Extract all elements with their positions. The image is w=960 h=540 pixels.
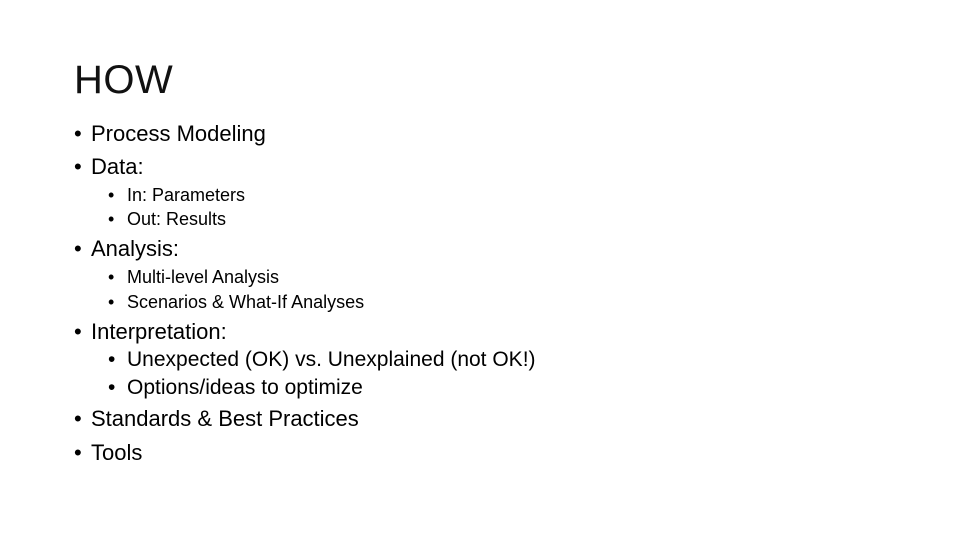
bullet-icon: •: [108, 376, 116, 399]
bullet-text: Unexpected (OK) vs. Unexplained (not OK!…: [127, 348, 536, 371]
bullet-text: Analysis:: [91, 236, 180, 261]
bullet-text: Standards & Best Practices: [91, 406, 359, 431]
bullet-text: Scenarios & What-If Analyses: [127, 292, 365, 312]
sub-bullet-item: • Unexpected (OK) vs. Unexplained (not OK…: [108, 347, 536, 372]
bullet-icon: •: [108, 292, 115, 312]
bullet-item: • Analysis:: [74, 236, 179, 262]
bullet-item: • Process Modeling: [74, 121, 266, 147]
bullet-item: • Standards & Best Practices: [74, 406, 359, 432]
bullet-icon: •: [108, 348, 116, 371]
bullet-item: • Tools: [74, 440, 142, 466]
bullet-icon: •: [74, 154, 82, 179]
bullet-text: In: Parameters: [127, 185, 246, 205]
sub-bullet-item: • Options/ideas to optimize: [108, 375, 363, 400]
bullet-item: • Interpretation:: [74, 319, 227, 345]
sub-bullet-item: • Scenarios & What-If Analyses: [108, 291, 364, 313]
bullet-text: Out: Results: [127, 209, 227, 229]
bullet-text: Tools: [91, 440, 143, 465]
sub-bullet-item: • In: Parameters: [108, 184, 245, 206]
sub-bullet-item: • Multi-level Analysis: [108, 266, 279, 288]
sub-bullet-item: • Out: Results: [108, 208, 226, 230]
bullet-text: Process Modeling: [91, 121, 266, 146]
bullet-item: • Data:: [74, 154, 144, 180]
bullet-icon: •: [74, 406, 82, 431]
bullet-icon: •: [74, 236, 82, 261]
bullet-text: Multi-level Analysis: [127, 267, 280, 287]
bullet-text: Interpretation:: [91, 319, 227, 344]
bullet-icon: •: [74, 440, 82, 465]
slide-title: HOW: [74, 58, 174, 102]
bullet-icon: •: [74, 121, 82, 146]
bullet-icon: •: [108, 209, 115, 229]
bullet-icon: •: [108, 185, 115, 205]
bullet-icon: •: [108, 267, 115, 287]
bullet-text: Options/ideas to optimize: [127, 376, 363, 399]
bullet-icon: •: [74, 319, 82, 344]
bullet-text: Data:: [91, 154, 144, 179]
